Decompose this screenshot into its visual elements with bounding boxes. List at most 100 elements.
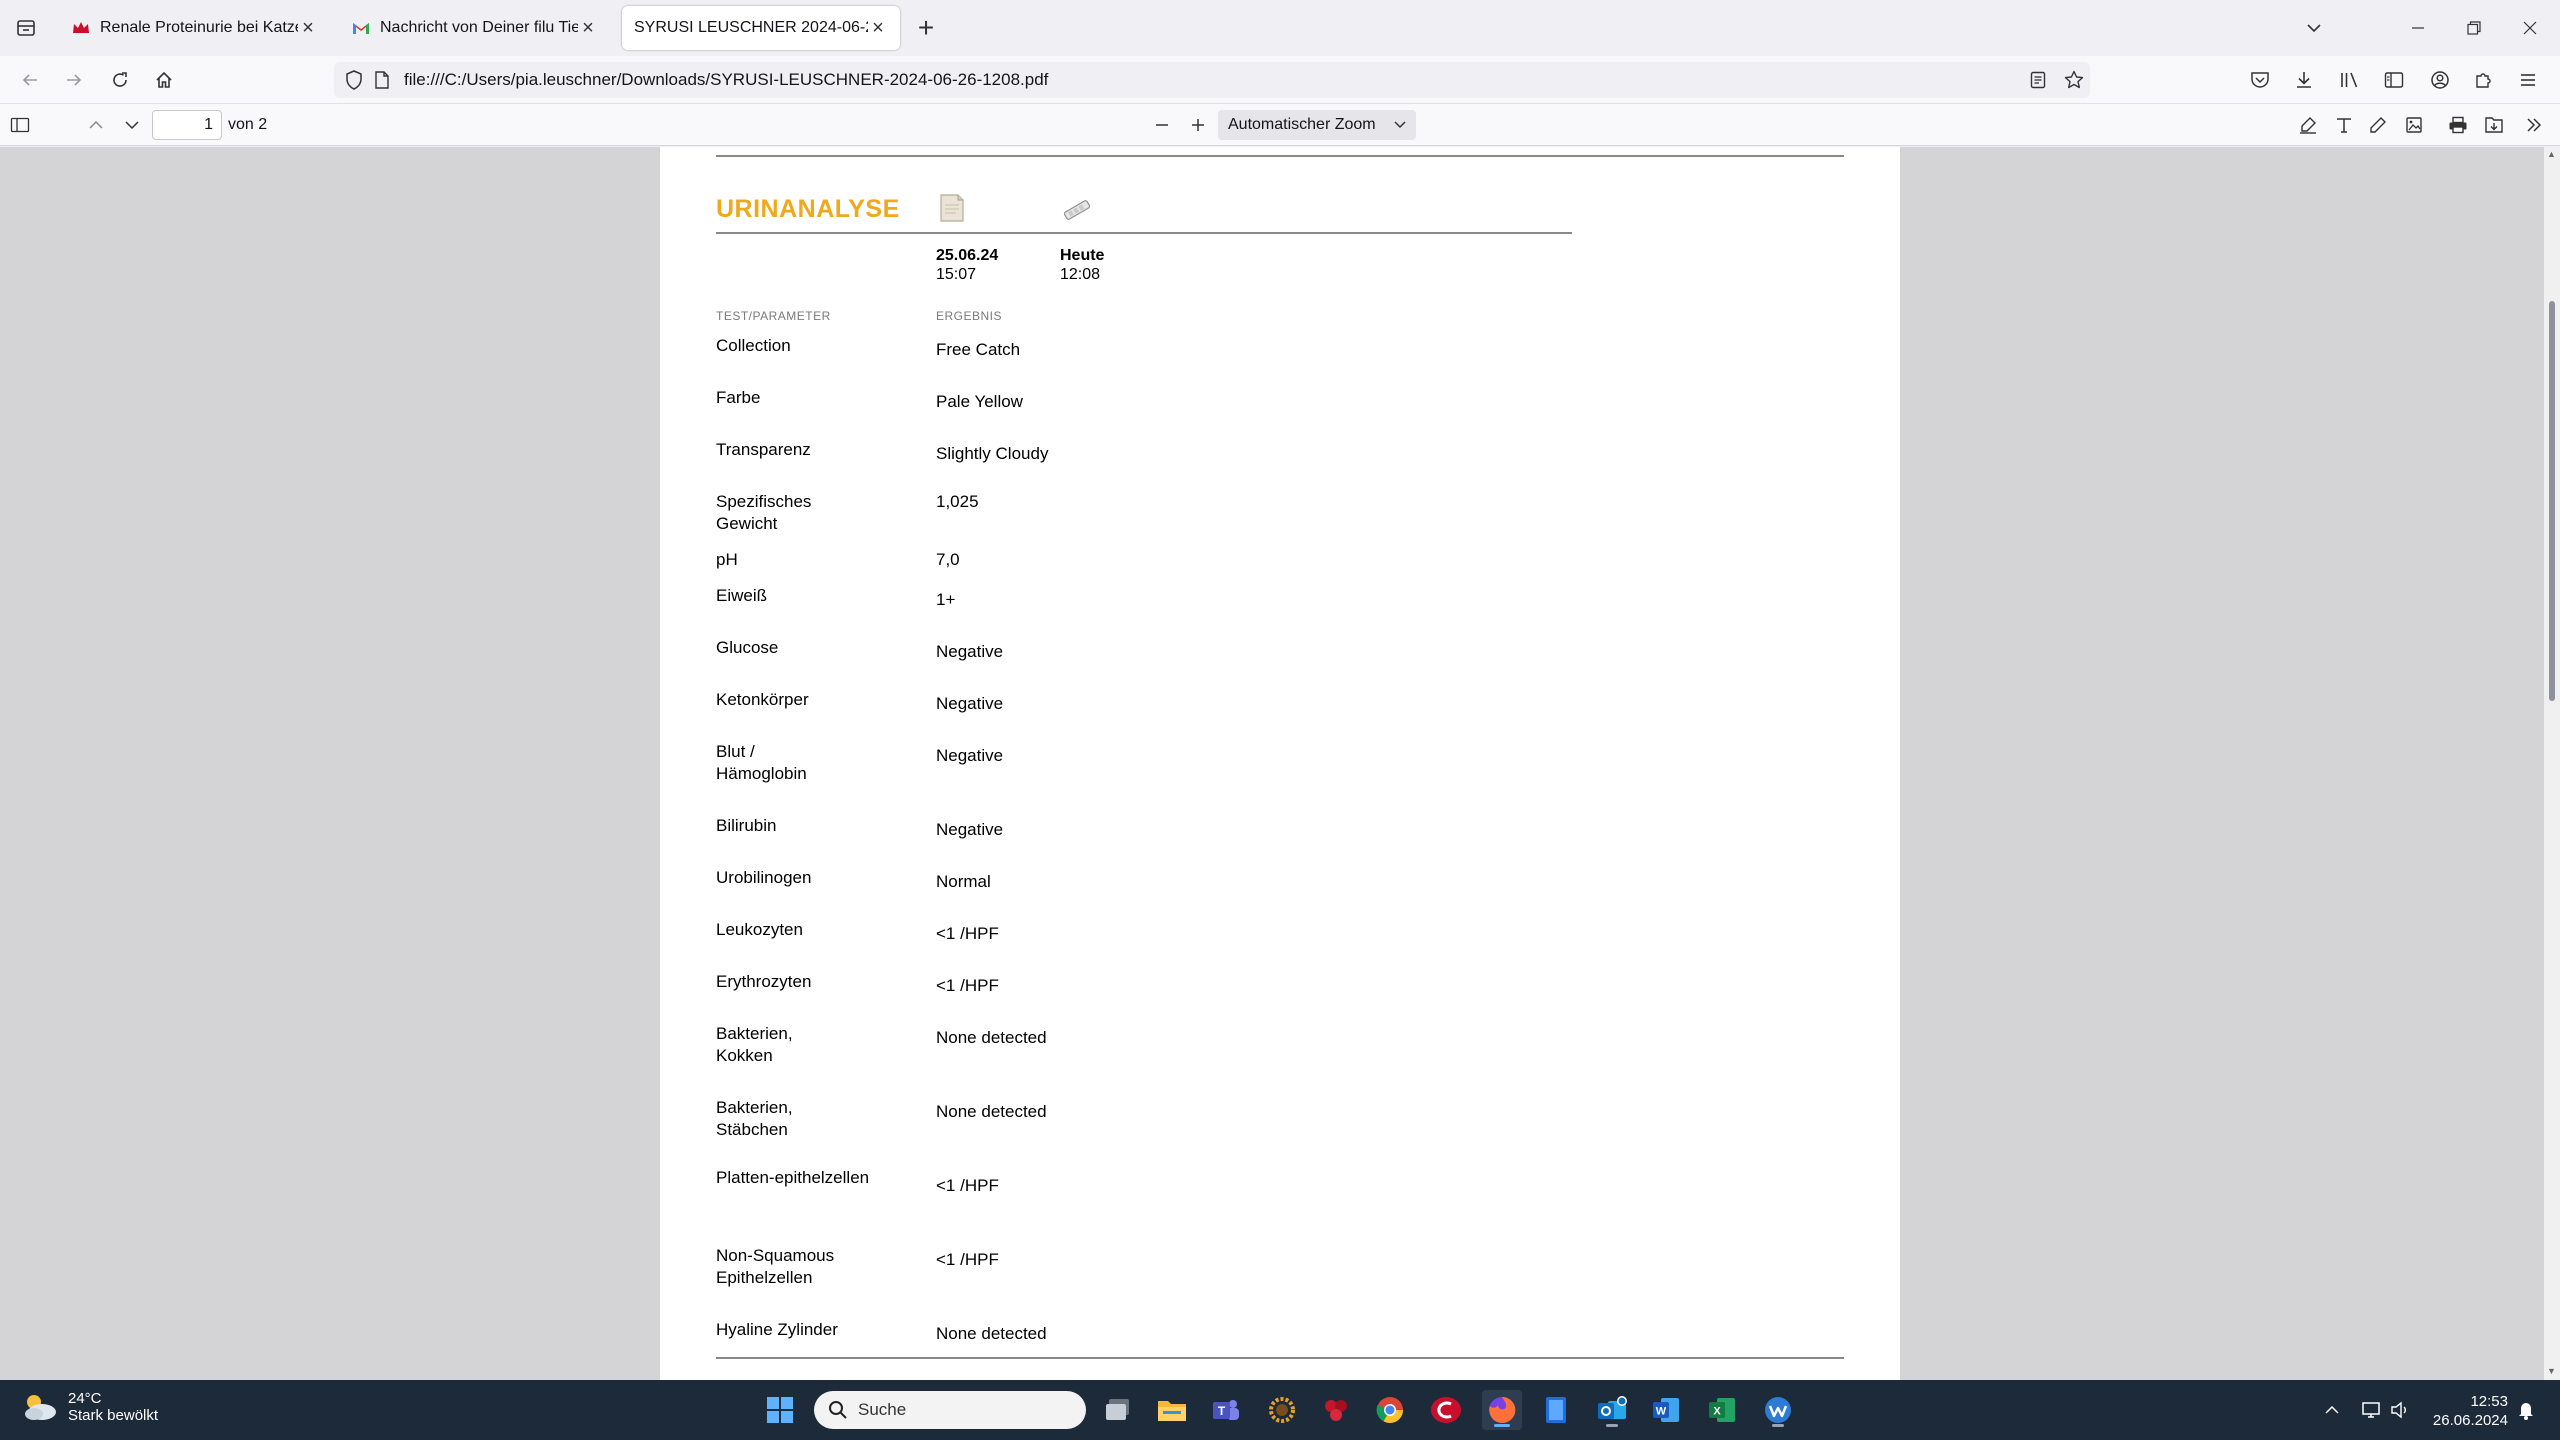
close-icon[interactable]: × bbox=[868, 17, 888, 39]
shield-icon[interactable] bbox=[340, 70, 368, 90]
home-button[interactable] bbox=[148, 64, 180, 96]
outlook-app[interactable] bbox=[1592, 1390, 1632, 1430]
param-name: Collection bbox=[716, 336, 791, 355]
running-indicator bbox=[1606, 1424, 1618, 1427]
print-button[interactable] bbox=[2442, 109, 2474, 141]
param-value: None detected bbox=[936, 1102, 1047, 1121]
new-tab-button[interactable]: + bbox=[910, 12, 942, 44]
url-bar[interactable]: file:///C:/Users/pia.leuschner/Downloads… bbox=[334, 62, 2090, 98]
minus-icon bbox=[1156, 124, 1168, 126]
zoom-out-button[interactable] bbox=[1146, 109, 1178, 141]
app-menu-button[interactable] bbox=[2512, 64, 2544, 96]
volume-icon[interactable] bbox=[2388, 1398, 2412, 1422]
forward-button[interactable] bbox=[58, 64, 90, 96]
restore-button[interactable] bbox=[2458, 12, 2490, 44]
notepad-app[interactable] bbox=[1536, 1390, 1576, 1430]
next-page-button[interactable] bbox=[116, 109, 148, 141]
column-date: Heute bbox=[1060, 247, 1105, 264]
account-button[interactable] bbox=[2424, 64, 2456, 96]
toggle-sidebar-button[interactable] bbox=[4, 109, 36, 141]
page-number-input[interactable]: 1 bbox=[152, 110, 222, 140]
tab-syrusi-pdf[interactable]: SYRUSI LEUSCHNER 2024-06-26-12 × bbox=[622, 6, 900, 50]
word-icon: W bbox=[1653, 1398, 1679, 1422]
bookmark-star-button[interactable] bbox=[2060, 66, 2088, 94]
scroll-up-icon[interactable]: ▲ bbox=[2547, 149, 2556, 159]
network-icon[interactable] bbox=[2360, 1398, 2384, 1422]
firefox-view-icon bbox=[17, 20, 35, 36]
divider bbox=[716, 1357, 1844, 1359]
param-value: Negative bbox=[936, 820, 1004, 839]
task-view-button[interactable] bbox=[1098, 1390, 1138, 1430]
show-hidden-icons-button[interactable] bbox=[2320, 1398, 2344, 1422]
divider bbox=[716, 232, 1572, 234]
pocket-button[interactable] bbox=[2244, 64, 2276, 96]
red-app[interactable] bbox=[1316, 1390, 1356, 1430]
reload-button[interactable] bbox=[104, 64, 136, 96]
teams-icon: T bbox=[1213, 1400, 1239, 1420]
param-value: <1 /HPF bbox=[936, 924, 999, 943]
sidebar-toggle-button[interactable] bbox=[2378, 64, 2410, 96]
notifications-button[interactable] bbox=[2514, 1398, 2538, 1422]
document-icon bbox=[938, 193, 966, 228]
back-button[interactable] bbox=[14, 64, 46, 96]
param-name: Erythrozyten bbox=[716, 972, 812, 991]
pdf-viewer[interactable]: URINANALYSE 25.06.24 15:07 Heute 12:08 T… bbox=[0, 147, 2560, 1380]
draw-button[interactable] bbox=[2362, 109, 2394, 141]
param-value: Pale Yellow bbox=[936, 392, 1023, 411]
taskbar-search[interactable]: Suche bbox=[814, 1391, 1086, 1429]
clock-date: 26.06.2024 bbox=[2432, 1412, 2508, 1429]
windows-icon bbox=[767, 1397, 793, 1423]
param-value: Negative bbox=[936, 642, 1004, 661]
param-value: Negative bbox=[936, 694, 1004, 713]
reader-view-button[interactable] bbox=[2024, 66, 2052, 94]
param-value: None detected bbox=[936, 1324, 1047, 1343]
firefox-view-button[interactable] bbox=[12, 14, 40, 42]
reader-view-icon bbox=[2030, 71, 2046, 89]
text-annotation-button[interactable] bbox=[2328, 109, 2360, 141]
scrollbar-thumb[interactable] bbox=[2549, 301, 2555, 701]
running-indicator bbox=[1772, 1424, 1784, 1427]
tools-menu-button[interactable] bbox=[2518, 109, 2550, 141]
param-value: 7,0 bbox=[936, 550, 960, 569]
word-app[interactable]: W bbox=[1646, 1390, 1686, 1430]
clock[interactable]: 12:53 26.06.2024 bbox=[2430, 1392, 2508, 1430]
gmail-icon bbox=[352, 19, 370, 37]
excel-app[interactable]: X bbox=[1702, 1390, 1742, 1430]
save-button[interactable] bbox=[2478, 109, 2510, 141]
page-icon[interactable] bbox=[368, 71, 396, 89]
library-button[interactable] bbox=[2334, 64, 2366, 96]
previous-page-button[interactable] bbox=[80, 109, 112, 141]
tab-gmail-nachricht[interactable]: Nachricht von Deiner filu Tierarz × bbox=[340, 6, 610, 50]
teams-app[interactable]: T bbox=[1206, 1390, 1246, 1430]
start-button[interactable] bbox=[760, 1390, 800, 1430]
parameter-header: TEST/PARAMETER bbox=[716, 309, 831, 323]
downloads-button[interactable] bbox=[2288, 64, 2320, 96]
test-strip-icon bbox=[1062, 199, 1092, 226]
svg-text:X: X bbox=[1713, 1406, 1721, 1418]
minimize-button[interactable] bbox=[2402, 12, 2434, 44]
vertical-scrollbar[interactable]: ▲ ▼ bbox=[2544, 147, 2560, 1380]
tab-renale-proteinurie[interactable]: Renale Proteinurie bei Katzen | × bbox=[60, 6, 330, 50]
close-icon[interactable]: × bbox=[578, 17, 598, 39]
close-window-button[interactable] bbox=[2514, 12, 2546, 44]
close-icon[interactable]: × bbox=[298, 17, 318, 39]
minimize-icon bbox=[2412, 27, 2424, 29]
extensions-button[interactable] bbox=[2468, 64, 2500, 96]
firefox-app[interactable] bbox=[1482, 1390, 1522, 1430]
vet-software-app[interactable] bbox=[1262, 1390, 1302, 1430]
tab-list-dropdown[interactable] bbox=[2298, 12, 2330, 44]
zoom-in-button[interactable] bbox=[1182, 109, 1214, 141]
chrome-app[interactable] bbox=[1370, 1390, 1410, 1430]
file-explorer-app[interactable] bbox=[1152, 1390, 1192, 1430]
scroll-down-icon[interactable]: ▼ bbox=[2547, 1366, 2556, 1376]
c-logo-icon bbox=[1431, 1397, 1461, 1423]
pdf-page: URINANALYSE 25.06.24 15:07 Heute 12:08 T… bbox=[660, 147, 1900, 1380]
tab-title: Nachricht von Deiner filu Tierarz bbox=[380, 19, 578, 36]
param-name: Non-Squamous Epithelzellen bbox=[716, 1246, 835, 1287]
zoom-select[interactable]: Automatischer Zoom bbox=[1218, 110, 1416, 140]
webex-app[interactable] bbox=[1758, 1390, 1798, 1430]
highlight-button[interactable] bbox=[2292, 109, 2324, 141]
add-image-button[interactable] bbox=[2398, 109, 2430, 141]
red-c-app[interactable] bbox=[1426, 1390, 1466, 1430]
weather-widget[interactable]: 24°C Stark bewölkt bbox=[20, 1390, 158, 1424]
